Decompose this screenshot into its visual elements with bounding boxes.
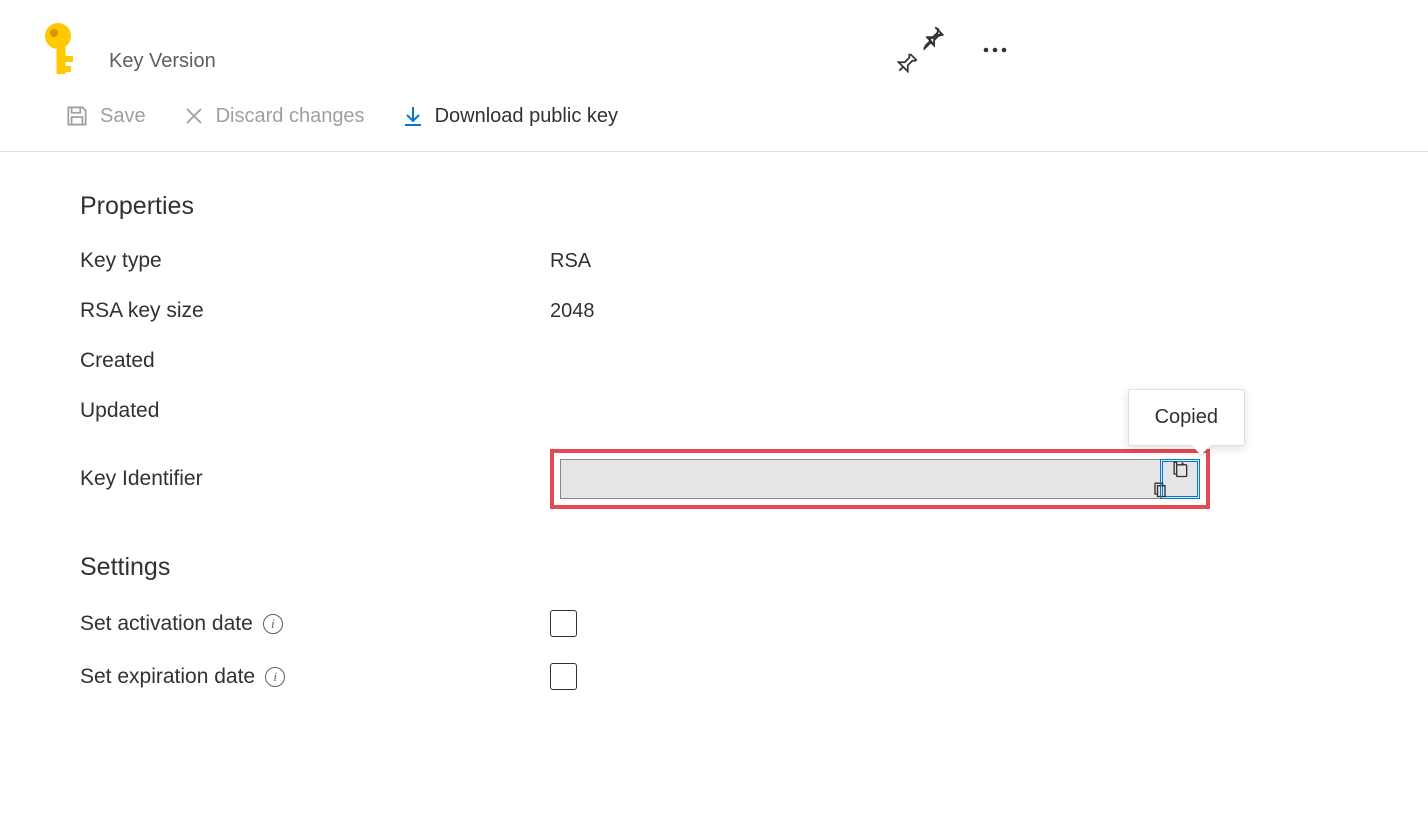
pin-icon[interactable] <box>920 24 946 76</box>
updated-label: Updated <box>80 399 550 423</box>
key-type-value: RSA <box>550 250 591 273</box>
tooltip-text: Copied <box>1155 406 1218 428</box>
created-label: Created <box>80 349 550 373</box>
settings-heading: Settings <box>80 553 1368 582</box>
toolbar: Save Discard changes Download public key <box>0 87 1428 152</box>
expiration-date-row: Set expiration date i <box>80 651 1368 704</box>
copy-icon <box>1170 459 1190 499</box>
rsa-size-label: RSA key size <box>80 299 550 323</box>
rsa-size-row: RSA key size 2048 <box>80 287 1368 337</box>
activation-date-row: Set activation date i <box>80 598 1368 651</box>
download-icon <box>401 104 425 128</box>
activation-date-checkbox[interactable] <box>550 610 577 637</box>
page-subtitle: Key Version <box>109 50 216 73</box>
key-identifier-row: Key Identifier <box>80 437 1368 523</box>
save-button[interactable]: Save <box>60 99 150 133</box>
save-label: Save <box>100 105 146 128</box>
properties-heading: Properties <box>80 192 1368 221</box>
copied-tooltip: Copied <box>1128 389 1245 446</box>
key-icon <box>40 22 84 77</box>
rsa-size-value: 2048 <box>550 300 595 323</box>
key-type-label: Key type <box>80 249 550 273</box>
page-header: Key Version <box>0 0 1428 87</box>
save-icon <box>64 103 90 129</box>
info-icon[interactable]: i <box>265 667 285 687</box>
download-public-key-button[interactable]: Download public key <box>397 100 622 132</box>
key-type-row: Key type RSA <box>80 237 1368 287</box>
expiration-date-label: Set expiration date <box>80 665 255 689</box>
more-icon[interactable] <box>982 46 1008 54</box>
discard-label: Discard changes <box>216 105 365 128</box>
created-row: Created <box>80 337 1368 387</box>
activation-date-label: Set activation date <box>80 612 253 636</box>
expiration-date-checkbox[interactable] <box>550 663 577 690</box>
copy-button[interactable] <box>1162 461 1198 497</box>
discard-button[interactable]: Discard changes <box>178 100 369 132</box>
key-identifier-input[interactable] <box>560 459 1200 499</box>
key-identifier-highlight: Copied <box>550 449 1210 509</box>
close-icon <box>182 104 206 128</box>
key-identifier-label: Key Identifier <box>80 467 550 491</box>
download-label: Download public key <box>435 105 618 128</box>
info-icon[interactable]: i <box>263 614 283 634</box>
